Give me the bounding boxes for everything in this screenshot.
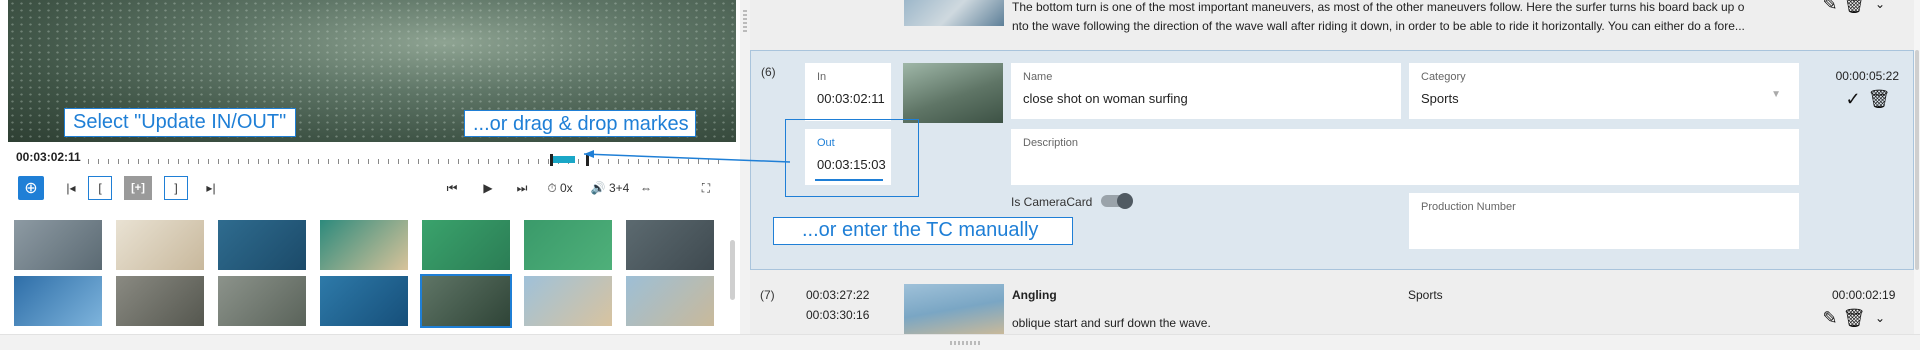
thumbnail[interactable] bbox=[14, 220, 102, 270]
segment-name: Angling bbox=[1012, 288, 1057, 302]
segment-description: oblique start and surf down the wave. bbox=[1012, 316, 1211, 330]
segment-row[interactable]: The bottom turn is one of the most impor… bbox=[750, 0, 1914, 44]
annotation-drag-drop: ...or drag & drop markes bbox=[464, 110, 696, 137]
category-label: Category bbox=[1421, 71, 1466, 83]
thumbnail-grid bbox=[14, 220, 732, 330]
thumbnail[interactable] bbox=[422, 220, 510, 270]
thumbnail[interactable] bbox=[320, 276, 408, 326]
timeline-scrubber[interactable] bbox=[88, 152, 728, 166]
delete-icon[interactable]: 🗑 bbox=[1843, 308, 1866, 328]
segment-duration: 00:00:05:22 bbox=[1835, 69, 1899, 83]
thumbnail[interactable] bbox=[218, 220, 306, 270]
segment-category: Sports bbox=[1408, 288, 1443, 302]
player-pane: Select "Update IN/OUT" ...or drag & drop… bbox=[0, 0, 744, 334]
pane-splitter[interactable] bbox=[740, 0, 750, 334]
edit-icon[interactable]: ✎ bbox=[1820, 0, 1840, 14]
camera-card-toggle[interactable] bbox=[1101, 193, 1133, 209]
in-label: In bbox=[817, 71, 827, 83]
thumbnail[interactable] bbox=[116, 276, 204, 326]
annotation-update-in-out: Select "Update IN/OUT" bbox=[64, 108, 296, 137]
go-to-in-icon[interactable]: |◂ bbox=[64, 176, 78, 200]
name-label: Name bbox=[1023, 71, 1053, 83]
toggle-knob bbox=[1117, 193, 1133, 209]
segment-description-line: The bottom turn is one of the most impor… bbox=[1012, 0, 1745, 14]
thumbnail[interactable] bbox=[14, 276, 102, 326]
description-label: Description bbox=[1023, 137, 1079, 149]
category-select[interactable]: Category Sports ▼ bbox=[1409, 63, 1799, 119]
camera-card-label: Is CameraCard bbox=[1011, 195, 1093, 209]
playback-speed[interactable]: ⏱ 0x bbox=[540, 176, 580, 200]
delete-icon[interactable]: 🗑 bbox=[1843, 0, 1866, 14]
segment-thumbnail bbox=[904, 0, 1004, 26]
thumbnail[interactable] bbox=[524, 276, 612, 326]
thumbnail[interactable] bbox=[116, 220, 204, 270]
edit-icon[interactable]: ✎ bbox=[1820, 308, 1840, 328]
annotation-out-box bbox=[785, 119, 919, 197]
thumbnail[interactable] bbox=[626, 276, 714, 326]
timeline-row: 00:03:02:11 bbox=[8, 146, 736, 170]
description-field[interactable]: Description bbox=[1011, 129, 1799, 185]
annotation-enter-tc: ...or enter the TC manually bbox=[773, 217, 1073, 245]
set-out-button[interactable]: ] bbox=[164, 176, 188, 200]
name-field[interactable]: Name close shot on woman surfing bbox=[1011, 63, 1401, 119]
current-timecode: 00:03:02:11 bbox=[16, 150, 81, 164]
segment-thumbnail bbox=[903, 63, 1003, 123]
app-window: Select "Update IN/OUT" ...or drag & drop… bbox=[0, 0, 1920, 350]
add-segment-icon[interactable]: ⊕ bbox=[18, 176, 44, 200]
in-value: 00:03:02:11 bbox=[817, 91, 885, 106]
update-in-out-button[interactable]: [+] bbox=[124, 176, 152, 200]
chevron-down-icon[interactable]: ▼ bbox=[1771, 89, 1781, 100]
in-out-range bbox=[553, 156, 575, 163]
segment-index: (6) bbox=[761, 65, 776, 79]
skip-forward-icon[interactable]: ⏭ bbox=[514, 176, 530, 200]
segment-duration: 00:00:02:19 bbox=[1832, 288, 1896, 302]
in-timecode-field[interactable]: In 00:03:02:11 bbox=[805, 63, 891, 121]
segment-list-scrollbar[interactable] bbox=[1914, 0, 1920, 334]
fit-timeline-icon[interactable]: ⇔ bbox=[638, 176, 654, 200]
bottom-resize-bar[interactable] bbox=[0, 334, 1920, 350]
thumbnail[interactable] bbox=[524, 220, 612, 270]
segment-thumbnail bbox=[904, 284, 1004, 334]
splitter-grip[interactable] bbox=[743, 10, 747, 34]
thumbnail[interactable] bbox=[218, 276, 306, 326]
set-in-button[interactable]: [ bbox=[88, 176, 112, 200]
production-number-field[interactable]: Production Number bbox=[1409, 193, 1799, 249]
thumbnail[interactable] bbox=[420, 274, 512, 328]
scrollbar-thumb[interactable] bbox=[1915, 50, 1919, 270]
resize-grip[interactable] bbox=[950, 341, 980, 345]
segment-out-timecode: 00:03:30:16 bbox=[806, 308, 870, 322]
production-number-label: Production Number bbox=[1421, 201, 1516, 213]
thumbnail[interactable] bbox=[320, 220, 408, 270]
segment-list: The bottom turn is one of the most impor… bbox=[750, 0, 1914, 334]
thumbnail-scrollbar[interactable] bbox=[730, 240, 735, 300]
out-marker[interactable] bbox=[586, 154, 589, 166]
fullscreen-icon[interactable]: ⛶ bbox=[698, 176, 714, 200]
segment-index: (7) bbox=[760, 288, 775, 302]
audio-channels[interactable]: 🔊 3+4 bbox=[588, 176, 632, 200]
play-icon[interactable]: ▶ bbox=[480, 176, 496, 200]
segment-row-editing: (6) In 00:03:02:11 Out 00:03:15:03 Name … bbox=[750, 50, 1914, 270]
segment-description-line: nto the wave following the direction of … bbox=[1012, 19, 1745, 33]
category-value[interactable]: Sports bbox=[1421, 91, 1459, 106]
chevron-down-icon[interactable]: ⌄ bbox=[1870, 308, 1890, 328]
chevron-down-icon[interactable]: ⌄ bbox=[1870, 0, 1890, 14]
skip-back-icon[interactable]: ⏮ bbox=[444, 176, 460, 200]
delete-icon[interactable]: 🗑 bbox=[1868, 89, 1891, 109]
segment-row[interactable]: (7) 00:03:27:22 00:03:30:16 Angling Spor… bbox=[750, 280, 1914, 334]
confirm-icon[interactable]: ✓ bbox=[1843, 89, 1863, 109]
player-controls: ⊕ |◂ [ [+] ] ▸| ⏮ ▶ ⏭ ⏱ 0x 🔊 3+4 ⇔ ⛶ bbox=[8, 172, 736, 204]
segment-in-timecode: 00:03:27:22 bbox=[806, 288, 870, 302]
thumbnail[interactable] bbox=[626, 220, 714, 270]
name-value[interactable]: close shot on woman surfing bbox=[1023, 91, 1188, 106]
go-to-out-icon[interactable]: ▸| bbox=[204, 176, 218, 200]
